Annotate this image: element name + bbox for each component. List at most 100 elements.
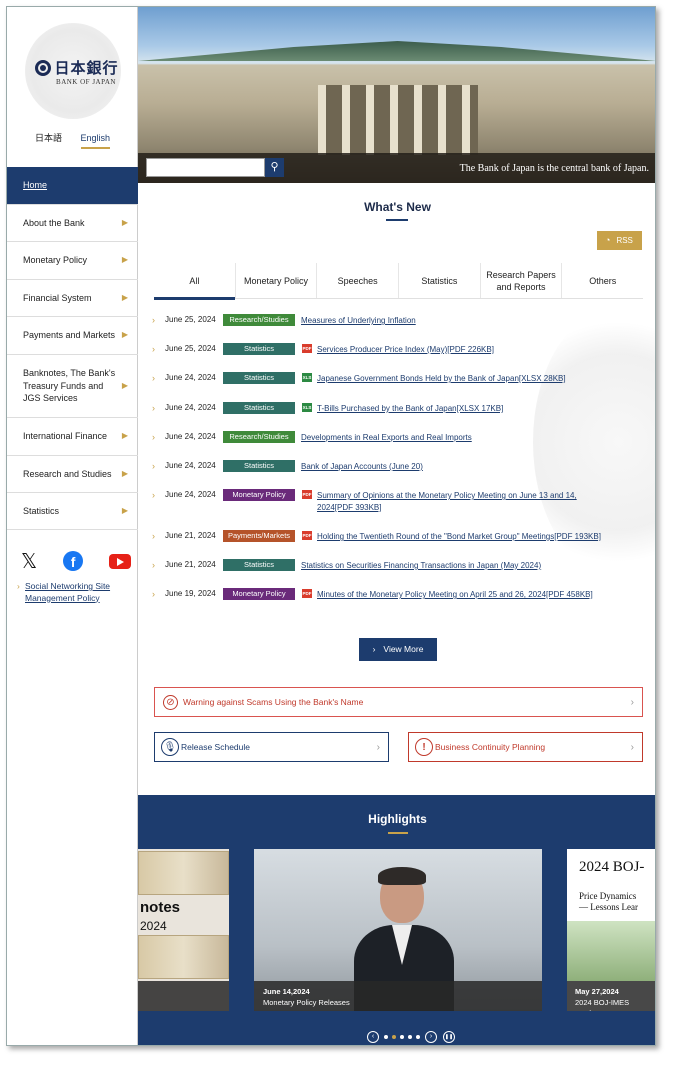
hero-banner: ⚲ The Bank of Japan is the central bank … xyxy=(138,7,655,183)
logo-kanji: 日本銀行 xyxy=(54,59,119,77)
card-date: June 14,2024 xyxy=(263,987,310,996)
microphone-icon: 🎙 xyxy=(161,738,179,756)
banknote-image xyxy=(138,851,229,895)
news-item: › June 24, 2024 Statistics XLS Japanese Gove… xyxy=(152,372,642,396)
logo[interactable]: 日本銀行 BANK OF JAPAN xyxy=(27,57,127,86)
highlight-card-conference[interactable]: 2024 BOJ- Price Dynamics — Lessons Lear … xyxy=(567,849,655,1011)
chevron-right-icon: › xyxy=(152,589,155,599)
view-more-button[interactable]: › View More xyxy=(359,638,437,661)
lang-english[interactable]: English xyxy=(80,133,111,149)
highlight-card-monetary-policy[interactable]: June 14,2024 Monetary Policy Releases xyxy=(254,849,542,1011)
search-icon[interactable]: ⚲ xyxy=(265,158,284,177)
card-caption: May 27,2024 2024 BOJ-IMES Conferen xyxy=(567,981,655,1011)
chevron-right-icon: › xyxy=(152,461,155,471)
rss-icon: ◔ xyxy=(605,235,611,245)
business-continuity-button[interactable]: ! Business Continuity Planning › xyxy=(408,732,643,762)
scam-warning-label: Warning against Scams Using the Bank's N… xyxy=(183,697,364,707)
highlights-section: Highlights notes 2024 June 14,2024 Monet… xyxy=(138,795,655,1045)
nav-item-home[interactable]: Home xyxy=(7,167,138,205)
carousel-dot[interactable] xyxy=(408,1035,412,1039)
lang-japanese[interactable]: 日本語 xyxy=(35,131,62,148)
youtube-icon[interactable] xyxy=(109,553,131,569)
carousel-pause-icon[interactable]: ❚❚ xyxy=(443,1031,455,1043)
news-date: June 24, 2024 xyxy=(165,403,216,412)
news-link[interactable]: Summary of Opinions at the Monetary Poli… xyxy=(317,490,602,514)
nav-item-financial-system[interactable]: Financial System ▶ xyxy=(7,280,138,317)
tab-others[interactable]: Others xyxy=(561,263,643,298)
news-date: June 25, 2024 xyxy=(165,315,216,324)
tab-statistics[interactable]: Statistics xyxy=(398,263,480,298)
rss-button[interactable]: ◔ RSS xyxy=(597,231,642,250)
exclamation-icon: ! xyxy=(415,738,433,756)
news-item: › June 24, 2024 Research/Studies Developmen… xyxy=(152,431,642,455)
tab-monetary-policy[interactable]: Monetary Policy xyxy=(234,263,317,298)
news-date: June 24, 2024 xyxy=(165,461,216,470)
news-date: June 21, 2024 xyxy=(165,531,216,540)
speaker-hair xyxy=(378,867,426,885)
tab-all[interactable]: All xyxy=(154,263,235,300)
chevron-right-icon: › xyxy=(630,742,634,753)
card-subtitle: Price Dynamics — Lessons Lear xyxy=(579,891,638,913)
banknote-image xyxy=(138,935,229,979)
chevron-right-icon: ▶ xyxy=(121,505,128,515)
news-link[interactable]: T-Bills Purchased by the Bank of Japan[X… xyxy=(317,403,602,415)
card-image xyxy=(567,921,655,981)
news-link[interactable]: Developments in Real Exports and Real Im… xyxy=(301,432,601,444)
category-badge: Statistics xyxy=(223,402,295,414)
nav-label: Home xyxy=(23,180,48,191)
view-more-label: View More xyxy=(383,644,424,654)
card-date: May 27,2024 xyxy=(575,987,619,996)
nav-item-payments-markets[interactable]: Payments and Markets ▶ xyxy=(7,317,138,355)
search-input[interactable] xyxy=(146,158,265,177)
nav-item-banknotes[interactable]: Banknotes, The Bank's Treasury Funds and… xyxy=(7,355,138,418)
social-links: 𝕏 f xyxy=(21,549,131,573)
news-item: › June 24, 2024 Statistics XLS T-Bills Purch… xyxy=(152,402,642,426)
highlight-card-banknotes[interactable]: notes 2024 xyxy=(138,849,229,1011)
nav-item-about[interactable]: About the Bank ▶ xyxy=(7,205,138,242)
card-subtitle-line: — Lessons Lear xyxy=(579,902,638,912)
news-link[interactable]: Measures of Underlying Inflation xyxy=(301,315,601,327)
pdf-icon: PDF xyxy=(302,589,312,598)
chevron-right-icon: ▶ xyxy=(121,292,128,302)
news-link[interactable]: Bank of Japan Accounts (June 20) xyxy=(301,461,601,473)
nav-label: Financial System xyxy=(23,292,92,303)
chevron-right-icon: › xyxy=(152,315,155,325)
sidebar: 日本銀行 BANK OF JAPAN 日本語 English Home Abou… xyxy=(7,7,138,1045)
carousel-dot[interactable] xyxy=(392,1035,396,1039)
category-badge: Statistics xyxy=(223,372,295,384)
x-twitter-icon[interactable]: 𝕏 xyxy=(21,549,37,573)
category-badge: Monetary Policy xyxy=(223,588,295,600)
carousel-dot[interactable] xyxy=(384,1035,388,1039)
tab-research-papers[interactable]: Research Papers and Reports xyxy=(479,263,562,298)
nav-item-monetary-policy[interactable]: Monetary Policy ▶ xyxy=(7,242,138,280)
nav-item-statistics[interactable]: Statistics ▶ xyxy=(7,493,138,530)
building-columns xyxy=(318,85,478,155)
tab-speeches[interactable]: Speeches xyxy=(316,263,398,298)
excel-icon: XLS xyxy=(302,373,312,382)
carousel-next-icon[interactable]: › xyxy=(425,1031,437,1043)
news-link[interactable]: Minutes of the Monetary Policy Meeting o… xyxy=(317,589,602,601)
rss-label: RSS xyxy=(616,236,633,245)
news-link[interactable]: Services Producer Price Index (May)[PDF … xyxy=(317,344,602,356)
hero-tagline: The Bank of Japan is the central bank of… xyxy=(459,163,649,174)
news-link[interactable]: Holding the Twentieth Round of the "Bond… xyxy=(317,531,602,543)
carousel-dot[interactable] xyxy=(416,1035,420,1039)
release-schedule-button[interactable]: 🎙 Release Schedule › xyxy=(154,732,389,762)
chevron-right-icon: › xyxy=(152,490,155,500)
sns-policy-label: Social Networking Site Management Policy xyxy=(25,581,111,603)
scam-warning-banner[interactable]: ⊘ Warning against Scams Using the Bank's… xyxy=(154,687,643,717)
card-caption: June 14,2024 Monetary Policy Releases xyxy=(254,981,542,1011)
news-item: › June 25, 2024 Research/Studies Measures o… xyxy=(152,314,642,338)
news-link[interactable]: Japanese Government Bonds Held by the Ba… xyxy=(317,373,602,385)
carousel-prev-icon[interactable]: ‹ xyxy=(367,1031,379,1043)
carousel-dot[interactable] xyxy=(400,1035,404,1039)
nav-item-research-studies[interactable]: Research and Studies ▶ xyxy=(7,456,138,493)
news-link[interactable]: Statistics on Securities Financing Trans… xyxy=(301,560,601,572)
sns-policy-link[interactable]: › Social Networking Site Management Poli… xyxy=(17,581,132,604)
category-badge: Statistics xyxy=(223,343,295,355)
chevron-right-icon: › xyxy=(630,697,634,708)
nav-item-international-finance[interactable]: International Finance ▶ xyxy=(7,418,138,456)
facebook-icon[interactable]: f xyxy=(63,551,84,571)
business-continuity-label: Business Continuity Planning xyxy=(435,742,546,752)
chevron-right-icon: ▶ xyxy=(121,468,128,478)
